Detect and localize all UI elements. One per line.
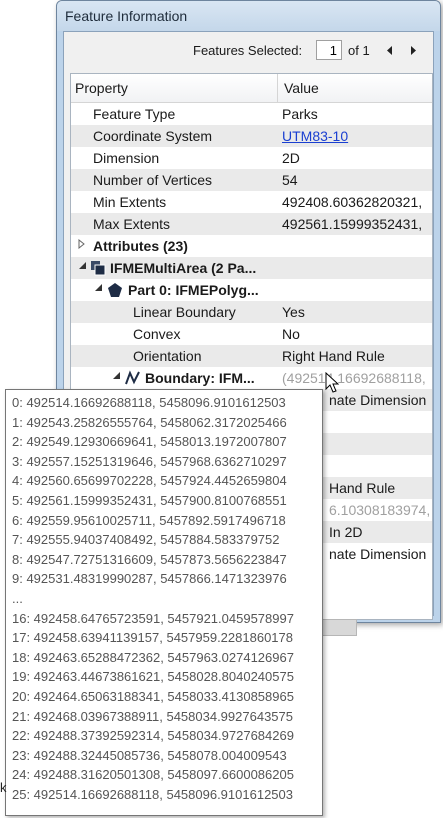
feature-total-label: of 1 [348,43,370,58]
property-value: nate Dimension [329,392,427,408]
property-value: 6.10308183974, [329,502,431,518]
property-value: Parks [282,106,318,122]
ellipsis-text: ... [12,591,23,606]
vertex-coordinate: 2: 492549.12930669641, 5458013.197200780… [12,434,287,450]
property-value: Hand Rule [329,480,396,496]
vertex-coordinate: 9: 492531.48319990287, 5457866.147132397… [12,571,287,587]
multi-area-icon [90,260,106,279]
polygon-icon [107,282,123,301]
property-label: Min Extents [93,194,167,210]
part-label: Part 0: IFMEPolyg... [128,282,259,298]
column-header-value[interactable]: Value [284,80,319,96]
collapse-arrow-icon[interactable] [112,371,121,383]
vertex-tooltip: 0: 492514.16692688118, 5458096.910161250… [5,389,323,816]
property-value: (492514.16692688118, [282,370,426,386]
triangle-left-icon [387,45,392,55]
vertex-coordinate: 25: 492514.16692688118, 5458096.91016125… [12,787,293,802]
column-divider[interactable] [277,74,278,102]
table-row[interactable]: Linear Boundary Yes [71,301,432,323]
toolbar: Features Selected: of 1 [64,32,433,72]
table-row[interactable]: Feature Type Parks [71,103,432,125]
multi-area-label: IFMEMultiArea (2 Pa... [110,260,257,276]
vertex-coordinate: 22: 492488.37392592314, 5458034.97276842… [12,728,294,744]
vertex-coordinate: 19: 492463.44673861621, 5458028.80402405… [12,669,294,685]
mouse-cursor-icon [325,372,339,393]
collapse-arrow-icon[interactable] [94,283,103,295]
table-row[interactable]: Max Extents 492561.15999352431, [71,213,432,235]
vertex-coordinate: 18: 492463.65288472362, 5457963.02741269… [12,649,294,665]
property-value: 492408.60362820321, [282,194,423,210]
table-row[interactable]: Dimension 2D [71,147,432,169]
column-header-property[interactable]: Property [75,80,128,96]
property-label: Linear Boundary [133,304,236,320]
property-label: Feature Type [93,106,176,122]
attributes-group-label: Attributes (23) [93,238,188,254]
vertex-coordinate: 3: 492557.15251319646, 5457968.636271029… [12,453,287,469]
vertex-coordinate: 4: 492560.65699702228, 5457924.445265980… [12,473,287,489]
vertex-coordinate: 0: 492514.16692688118, 5458096.910161250… [12,395,286,410]
table-row[interactable]: IFMEMultiArea (2 Pa... [71,257,432,279]
table-row[interactable]: Min Extents 492408.60362820321, [71,191,432,213]
table-row[interactable]: Orientation Right Hand Rule [71,345,432,367]
expand-arrow-icon[interactable] [78,238,85,252]
table-row[interactable]: Attributes (23) [71,235,432,257]
table-row[interactable]: Boundary: IFM... (492514.16692688118, [71,367,432,389]
coordinate-system-link[interactable]: UTM83-10 [282,128,432,144]
vertex-coordinate: 23: 492488.32445085736, 5458078.00400954… [12,747,287,763]
property-label: Max Extents [93,216,171,232]
vertex-coordinate: 1: 492543.25826555764, 5458062.317202546… [12,414,287,430]
property-value: 2D [282,150,300,166]
table-header: Property Value [71,74,432,103]
vertex-coordinate: 6: 492559.95610025711, 5457892.591749671… [12,512,286,528]
previous-feature-button[interactable] [382,41,398,59]
table-row[interactable]: Coordinate System UTM83-10 [71,125,432,147]
next-feature-button[interactable] [406,41,422,59]
table-row[interactable]: Convex No [71,323,432,345]
property-value: Right Hand Rule [282,348,385,364]
property-value: In 2D [329,524,363,540]
property-label: Number of Vertices [93,172,213,188]
property-value: 54 [282,172,298,188]
property-label: Coordinate System [93,128,213,144]
vertex-coordinate: 16: 492458.64765723591, 5457921.04595789… [12,610,294,626]
vertex-coordinate: 7: 492555.94037408492, 5457884.583379752 [12,532,280,548]
vertex-coordinate: 5: 492561.15999352431, 5457900.810076855… [12,493,287,508]
property-value: No [282,326,300,342]
features-selected-label: Features Selected: [193,43,303,58]
boundary-label: Boundary: IFM... [145,370,255,386]
background-text-fragment: k [0,780,7,795]
table-row[interactable]: Part 0: IFMEPolyg... [71,279,432,301]
feature-index-input[interactable] [316,40,342,60]
window-title: Feature Information [65,8,188,24]
vertex-coordinate: 20: 492464.65063188341, 5458033.41308589… [12,689,294,704]
property-value: Yes [282,304,305,320]
title-bar[interactable]: Feature Information [57,1,440,31]
table-row[interactable]: Number of Vertices 54 [71,169,432,191]
line-icon [125,370,141,389]
property-value: nate Dimension [329,546,427,562]
collapse-arrow-icon[interactable] [78,261,87,273]
property-label: Dimension [93,150,160,166]
triangle-right-icon [411,45,416,55]
property-value: 492561.15999352431, [282,216,423,232]
property-label: Convex [133,326,181,342]
property-label: Orientation [133,348,202,364]
vertex-coordinate: 8: 492547.72751316609, 5457873.565622384… [12,551,287,567]
vertex-coordinate: 17: 492458.63941139157, 5457959.22818601… [12,630,293,646]
vertex-coordinate: 24: 492488.31620501308, 5458097.66000862… [12,767,294,783]
vertex-coordinate: 21: 492468.03967388911, 5458034.99276435… [12,708,293,724]
